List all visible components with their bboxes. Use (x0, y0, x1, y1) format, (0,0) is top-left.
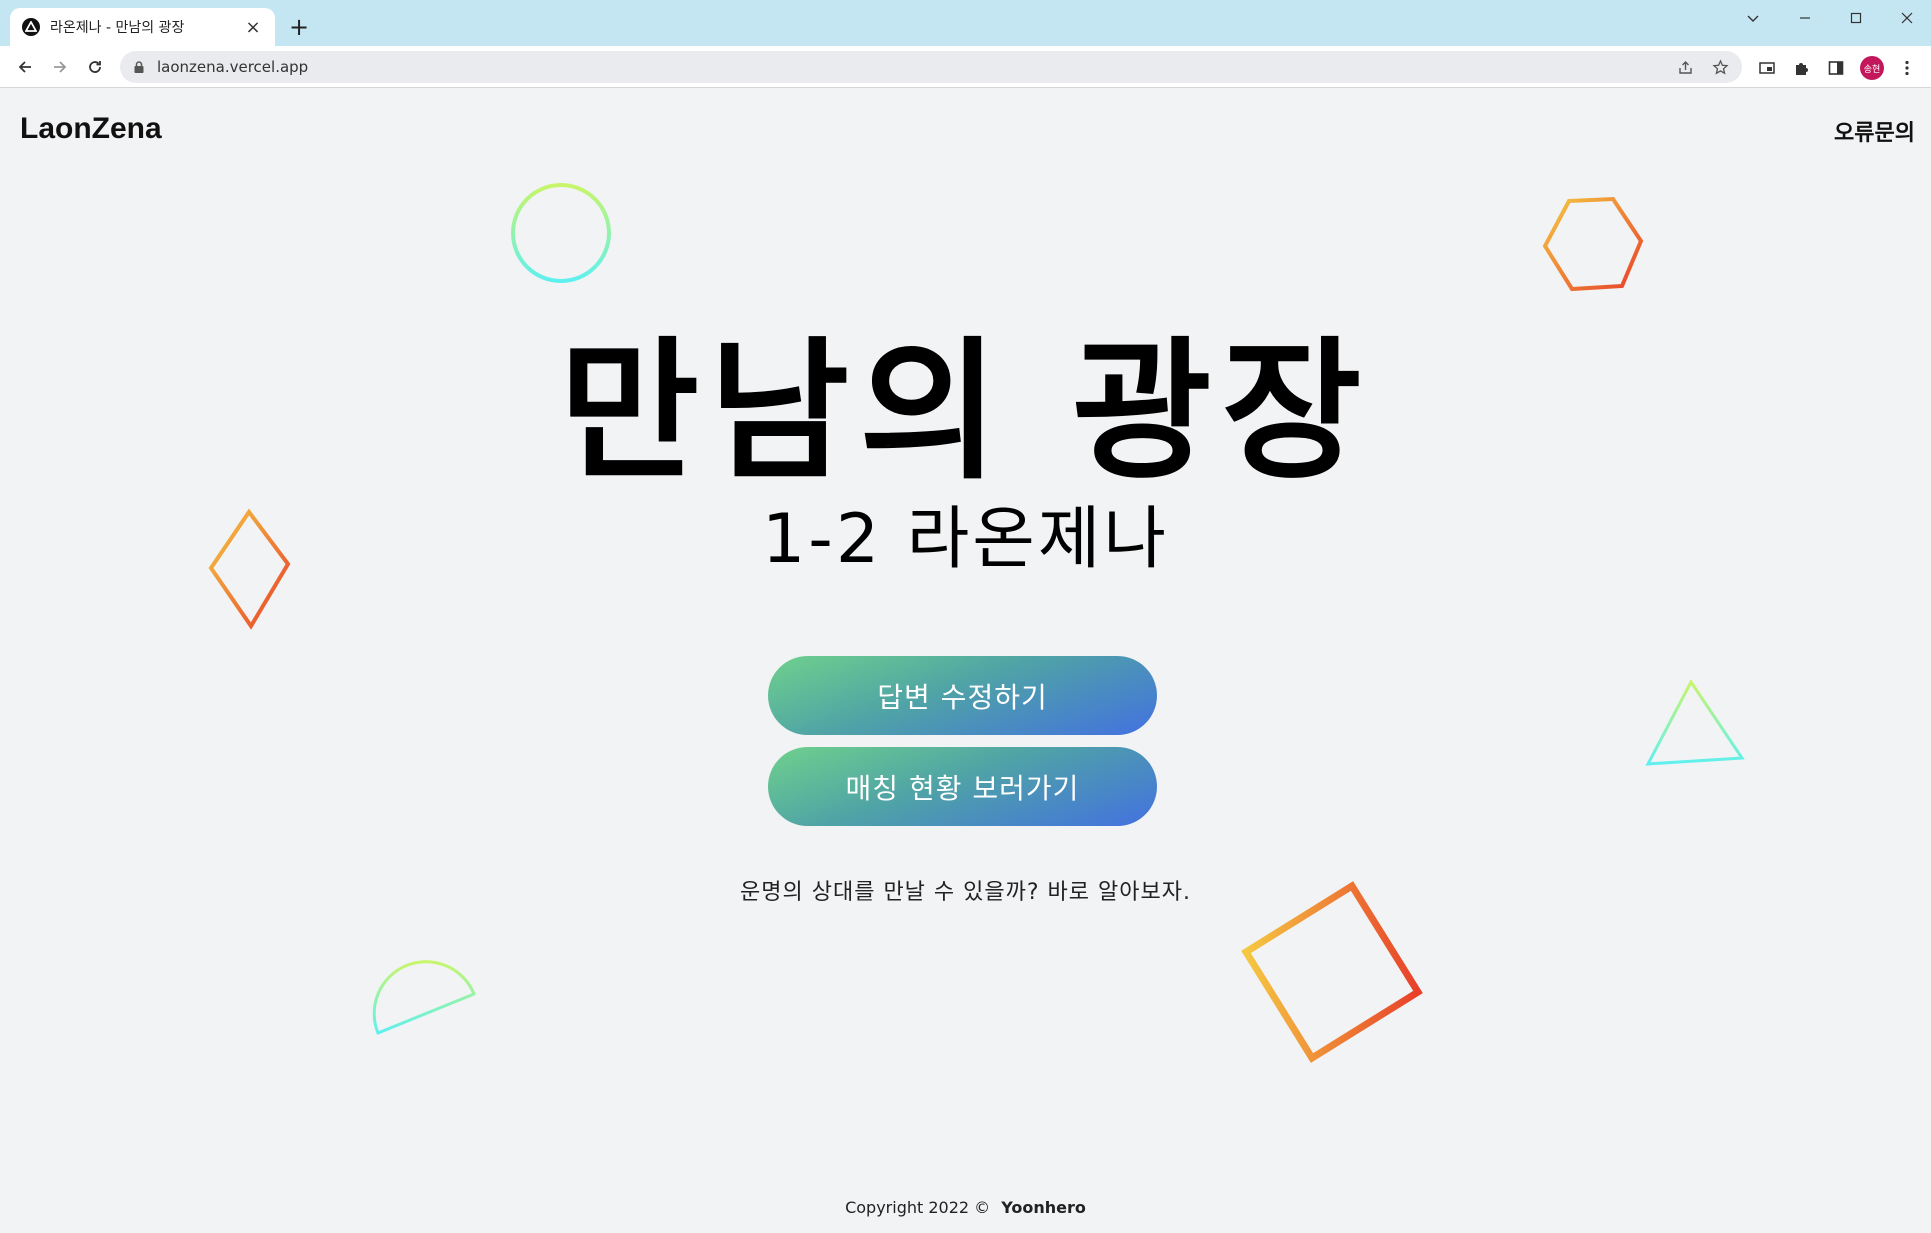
view-matching-button[interactable]: 매칭 현황 보러가기 (768, 747, 1157, 826)
browser-tabbar: 라온제나 - 만남의 광장 × + (0, 0, 1931, 46)
picture-in-picture-icon[interactable] (1756, 57, 1778, 79)
footer-author: Yoonhero (1001, 1198, 1086, 1217)
hero-title: 만남의 광장 (559, 323, 1372, 500)
minimize-button[interactable] (1782, 6, 1828, 30)
browser-tab[interactable]: 라온제나 - 만남의 광장 × (10, 8, 275, 46)
url-text: laonzena.vercel.app (157, 58, 309, 76)
site-logo[interactable]: LaonZena (20, 112, 162, 146)
triangle-shape-icon (1645, 679, 1745, 766)
footer-copyright: Copyright 2022 © (845, 1198, 991, 1217)
address-bar[interactable]: laonzena.vercel.app (120, 51, 1742, 83)
footer: Copyright 2022 © Yoonhero (0, 1198, 1931, 1217)
maximize-button[interactable] (1833, 6, 1879, 30)
browser-menu-icon[interactable] (1896, 57, 1918, 79)
bookmark-star-icon[interactable] (1710, 57, 1730, 77)
close-window-button[interactable] (1884, 6, 1930, 30)
tab-search-chevron-icon[interactable] (1730, 6, 1776, 30)
hero-subtitle: 1-2 라온제나 (762, 500, 1169, 579)
tab-title: 라온제나 - 만남의 광장 (50, 20, 185, 36)
tagline: 운명의 상대를 만날 수 있을까? 바로 알아보자. (740, 880, 1191, 905)
new-tab-button[interactable]: + (286, 14, 312, 40)
profile-avatar[interactable]: 송현 (1860, 56, 1884, 80)
semicircle-shape-icon (372, 960, 476, 1035)
site-favicon-icon (22, 18, 40, 36)
edit-answer-button[interactable]: 답변 수정하기 (768, 656, 1157, 735)
lock-icon (134, 61, 144, 73)
extensions-puzzle-icon[interactable] (1791, 57, 1813, 79)
back-button[interactable] (11, 53, 39, 81)
side-panel-icon[interactable] (1825, 57, 1847, 79)
page-content: LaonZena 오류문의 만남의 광장 1-2 라온제나 답변 수정하기 매칭… (0, 88, 1931, 1233)
tab-close-icon[interactable]: × (243, 17, 263, 38)
browser-toolbar: laonzena.vercel.app 송현 (0, 46, 1931, 88)
share-icon[interactable] (1675, 57, 1695, 77)
error-report-link[interactable]: 오류문의 (1834, 115, 1915, 147)
forward-button[interactable] (46, 53, 74, 81)
hexagon-shape-icon (1542, 196, 1644, 292)
reload-button[interactable] (81, 53, 109, 81)
circle-shape-icon (511, 183, 611, 283)
